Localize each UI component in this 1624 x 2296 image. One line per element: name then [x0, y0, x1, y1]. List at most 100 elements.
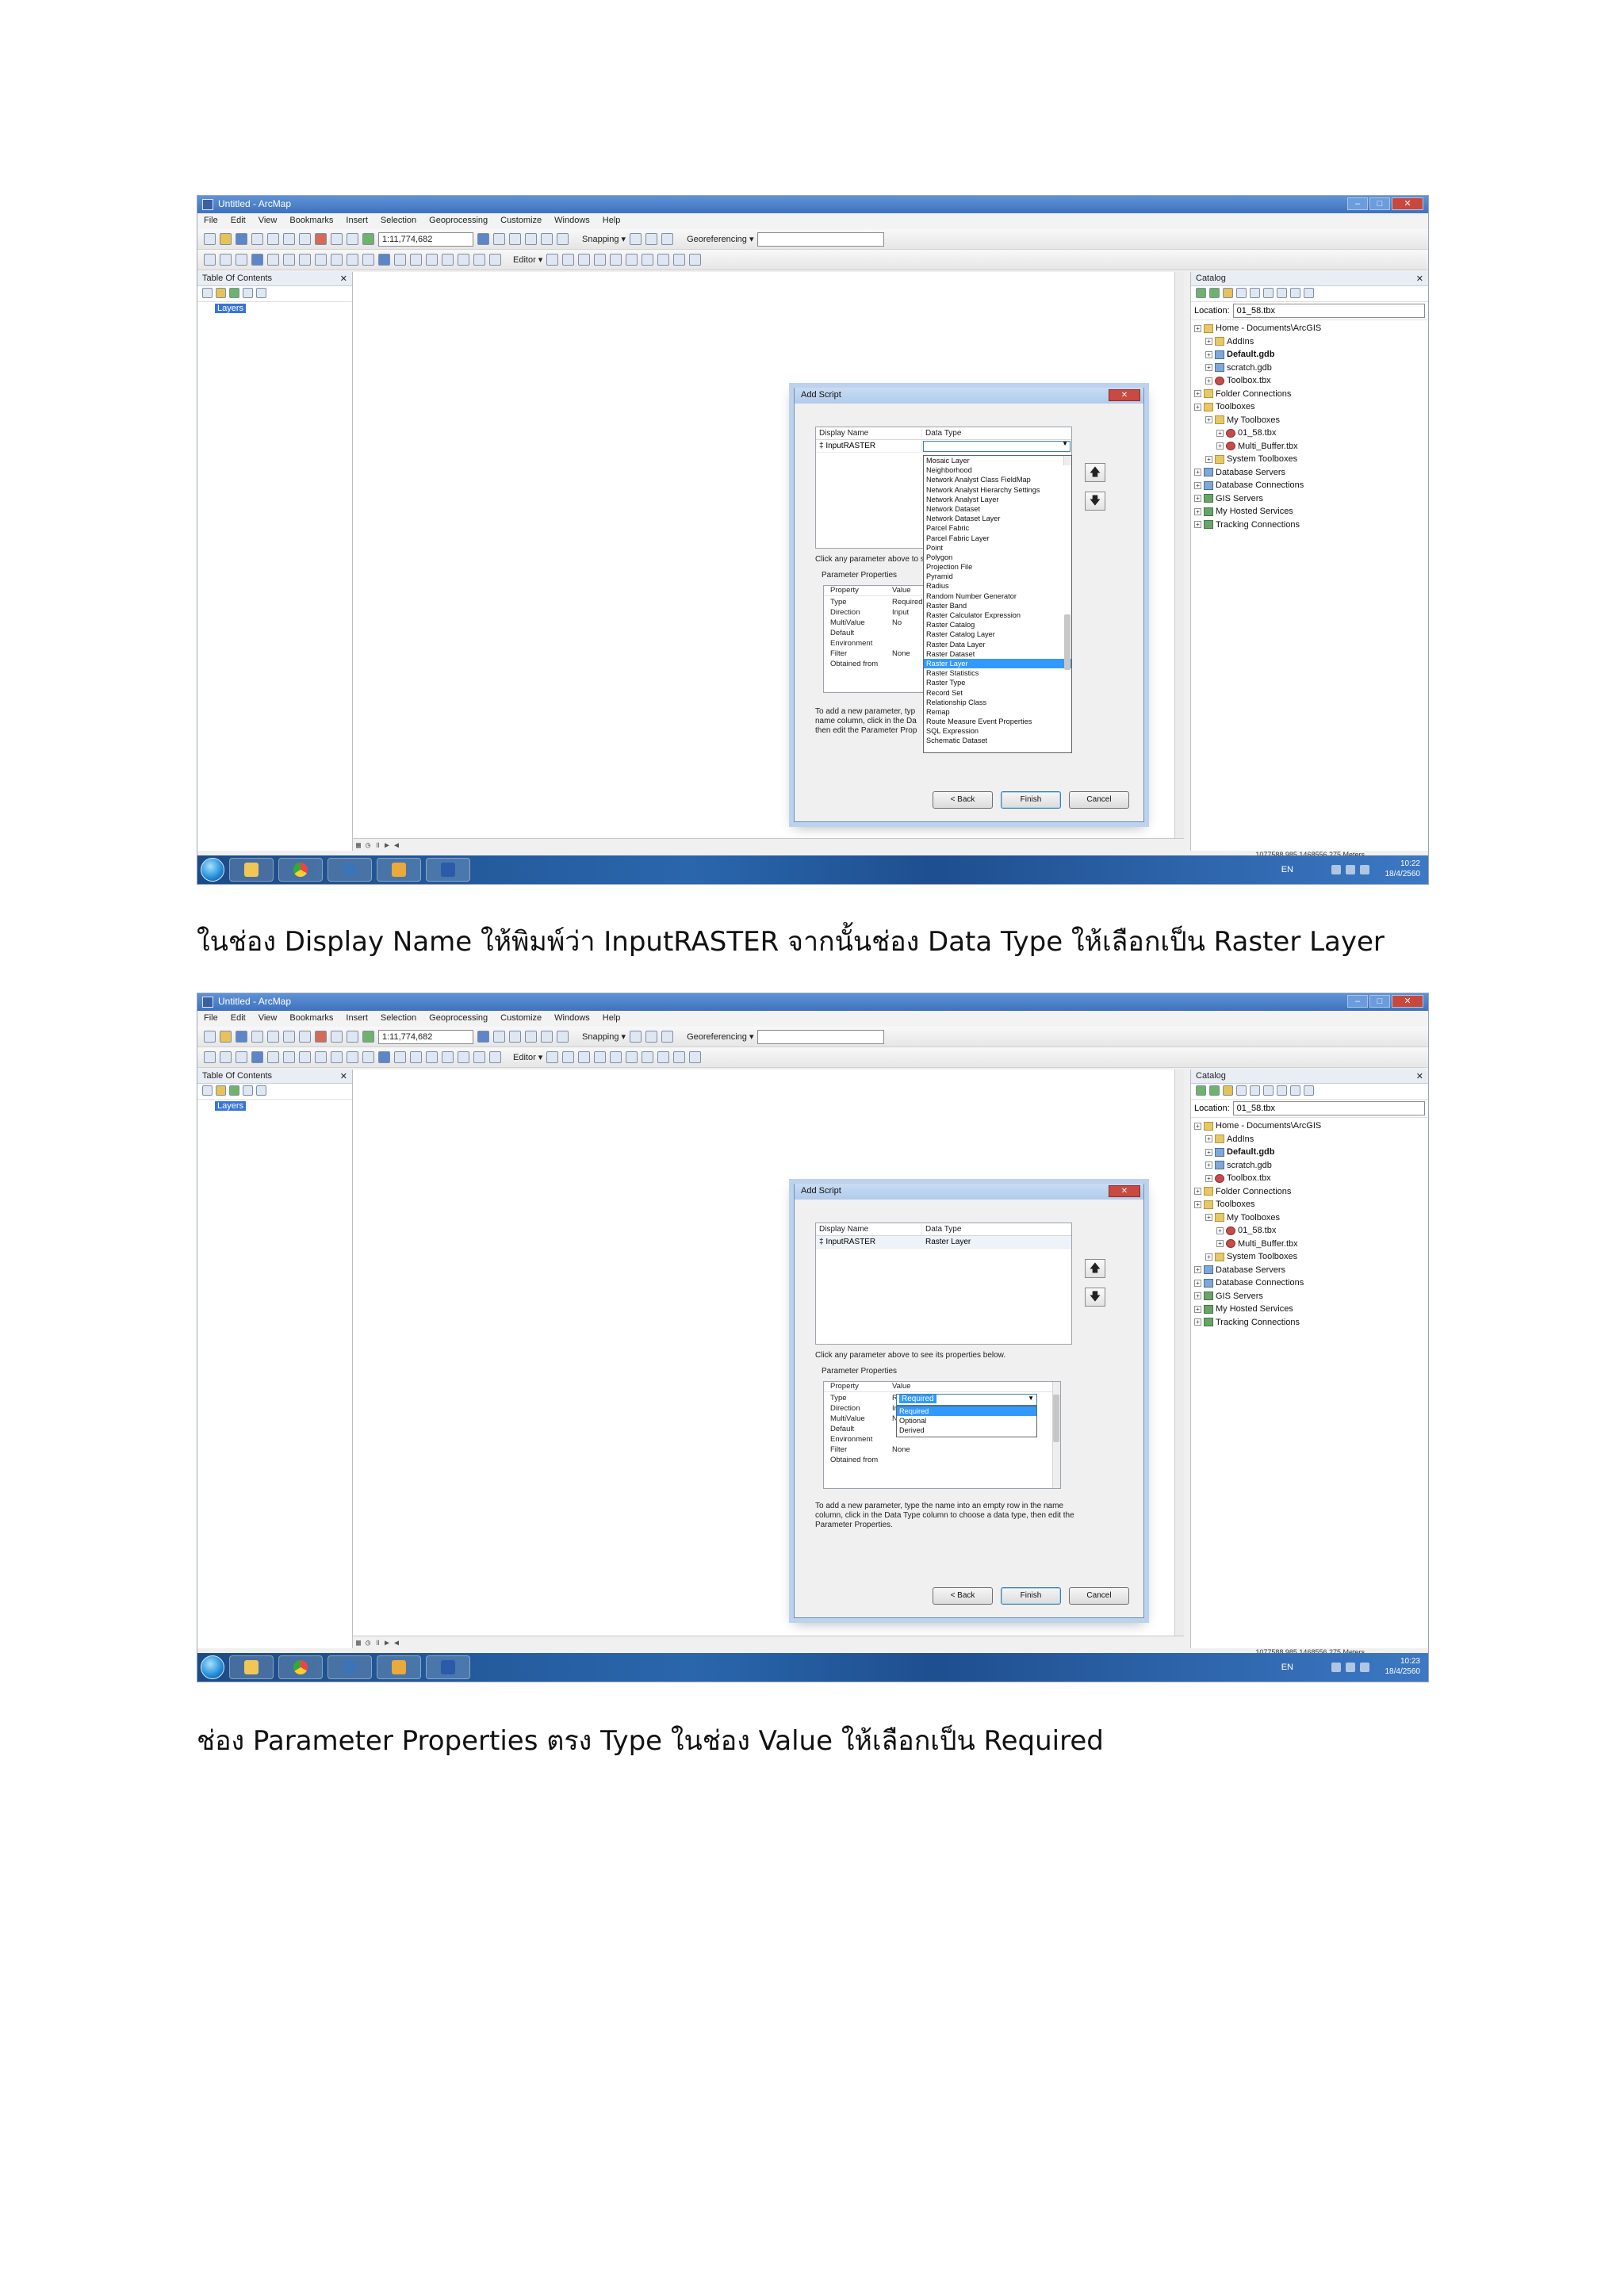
disconnect-folder-icon[interactable] [1263, 1085, 1274, 1096]
connect-folder-icon[interactable] [1250, 1085, 1260, 1096]
search-window-icon[interactable] [525, 1031, 537, 1043]
expand-icon[interactable]: + [1194, 390, 1201, 398]
start-button[interactable] [201, 1655, 224, 1679]
hyperlink-icon[interactable] [394, 1051, 406, 1063]
undo-icon[interactable] [331, 1031, 343, 1043]
menu-view[interactable]: View [259, 216, 278, 227]
data-type-option[interactable]: Record Set [924, 688, 1071, 698]
data-type-option[interactable]: Neighborhood [924, 465, 1071, 475]
home-icon[interactable] [1236, 288, 1247, 298]
forward-icon[interactable] [1209, 1085, 1220, 1096]
split-tool-icon[interactable] [626, 1051, 638, 1063]
end-point-arc-icon[interactable] [594, 254, 607, 266]
forward-extent-icon[interactable] [315, 254, 327, 266]
data-type-option[interactable]: Network Dataset Layer [924, 514, 1071, 523]
views-icon[interactable] [1277, 1085, 1287, 1096]
maximize-button[interactable]: □ [1369, 995, 1390, 1008]
expand-icon[interactable]: + [1205, 1174, 1212, 1182]
expand-icon[interactable]: + [1216, 1240, 1224, 1248]
list-by-drawing-order-icon[interactable] [202, 1085, 213, 1096]
measure-icon[interactable] [426, 254, 438, 266]
menu-windows[interactable]: Windows [554, 1013, 590, 1024]
map-view-controls[interactable]: ▦ ◷ ॥ ▶ ◀ [353, 1636, 1184, 1648]
menu-file[interactable]: File [204, 1013, 218, 1024]
expand-icon[interactable]: + [1194, 1292, 1201, 1300]
redo-icon[interactable] [347, 1031, 358, 1043]
back-extent-icon[interactable] [299, 254, 311, 266]
clock-date[interactable]: 18/4/2560 [1385, 869, 1421, 879]
taskbar-paint[interactable] [377, 858, 421, 882]
list-by-selection-icon[interactable] [243, 288, 253, 298]
fixed-zoom-in-icon[interactable] [267, 1051, 279, 1063]
minimize-button[interactable]: – [1347, 197, 1368, 210]
data-type-option[interactable]: Raster Data Layer [924, 640, 1071, 649]
attributes-icon[interactable] [657, 254, 670, 266]
redo-icon[interactable] [347, 233, 358, 245]
catalog-tree-item[interactable]: + scratch.gdb [1194, 1159, 1425, 1173]
catalog-close-icon[interactable]: ✕ [1416, 274, 1423, 284]
sketch-properties-icon[interactable] [673, 1051, 686, 1063]
delete-icon[interactable] [315, 1031, 327, 1043]
data-type-option[interactable]: Raster Catalog [924, 620, 1071, 629]
catalog-tree-item[interactable]: + Home - Documents\ArcGIS [1194, 322, 1425, 335]
catalog-tree-item[interactable]: + My Toolboxes [1194, 1211, 1425, 1225]
up-one-level-icon[interactable] [1223, 1085, 1233, 1096]
data-type-option[interactable]: Network Dataset [924, 504, 1071, 514]
edit-tool-icon[interactable] [546, 254, 559, 266]
map-vertical-scrollbar[interactable] [1174, 272, 1184, 851]
menu-customize[interactable]: Customize [500, 216, 542, 227]
catalog-close-icon[interactable]: ✕ [1416, 1071, 1423, 1081]
trace-icon[interactable] [610, 1051, 622, 1063]
search-window-icon[interactable] [525, 233, 537, 245]
data-type-cell[interactable]: Raster Layer [922, 1236, 1071, 1248]
dropdown-scroll-thumb[interactable] [1064, 614, 1071, 670]
expand-icon[interactable]: + [1205, 377, 1212, 385]
undo-icon[interactable] [331, 233, 343, 245]
copy-icon[interactable] [283, 233, 295, 245]
data-type-option[interactable]: Network Analyst Layer [924, 495, 1071, 504]
toc-close-icon[interactable]: ✕ [340, 274, 347, 284]
list-by-drawing-order-icon[interactable] [202, 288, 213, 298]
property-row[interactable]: Filter None [824, 1445, 1060, 1456]
expand-icon[interactable]: + [1205, 350, 1212, 358]
catalog-tree-item[interactable]: + Tracking Connections [1194, 519, 1425, 532]
straight-segment-icon[interactable] [578, 254, 591, 266]
property-value[interactable] [889, 1456, 1060, 1466]
catalog-tree-item[interactable]: + AddIns [1194, 335, 1425, 349]
data-type-dropdown-list[interactable]: Mosaic Layer Neighborhood Network Analyst … [923, 455, 1072, 753]
move-up-button[interactable]: 🡅 [1085, 463, 1105, 482]
vertex-snapping-icon[interactable] [661, 233, 674, 245]
pan-icon[interactable] [236, 1051, 247, 1063]
new-document-icon[interactable] [204, 233, 216, 245]
language-indicator[interactable]: EN [1281, 865, 1293, 875]
pan-icon[interactable] [236, 254, 247, 266]
data-type-option[interactable]: Network Analyst Class FieldMap [924, 475, 1071, 484]
move-down-button[interactable]: 🡇 [1085, 1288, 1105, 1307]
catalog-tree-item[interactable]: + Default.gdb [1194, 1146, 1425, 1159]
save-icon[interactable] [236, 1031, 247, 1043]
fixed-zoom-out-icon[interactable] [283, 254, 295, 266]
expand-icon[interactable]: + [1194, 1122, 1201, 1130]
data-type-cell[interactable]: ▼ [922, 440, 1071, 452]
clock-time[interactable]: 10:22 [1385, 859, 1420, 869]
data-type-option[interactable]: Polygon [924, 553, 1071, 562]
sketch-properties-icon[interactable] [673, 254, 686, 266]
close-window-button[interactable]: ✕ [1392, 197, 1423, 210]
list-by-source-icon[interactable] [216, 1085, 226, 1096]
copy-icon[interactable] [283, 1031, 295, 1043]
catalog-tree-item[interactable]: +01_58.tbx [1194, 1224, 1425, 1238]
dialog-close-button[interactable]: ✕ [1109, 1185, 1140, 1197]
create-features-icon[interactable] [689, 254, 702, 266]
data-type-option[interactable]: Schematic Dataset [924, 736, 1071, 745]
identify-icon[interactable] [378, 1051, 390, 1063]
sketch-tool-icon[interactable] [562, 1051, 575, 1063]
expand-icon[interactable]: + [1194, 521, 1201, 529]
menu-bookmarks[interactable]: Bookmarks [289, 1013, 333, 1024]
html-popup-icon[interactable] [410, 254, 422, 266]
dialog-close-button[interactable]: ✕ [1109, 389, 1140, 401]
table-of-contents-icon[interactable] [493, 1031, 505, 1043]
data-type-option[interactable]: Projection File [924, 562, 1071, 572]
catalog-tree-item[interactable]: + Toolbox.tbx [1194, 374, 1425, 388]
views-icon[interactable] [1277, 288, 1287, 298]
expand-icon[interactable]: + [1205, 1161, 1212, 1169]
